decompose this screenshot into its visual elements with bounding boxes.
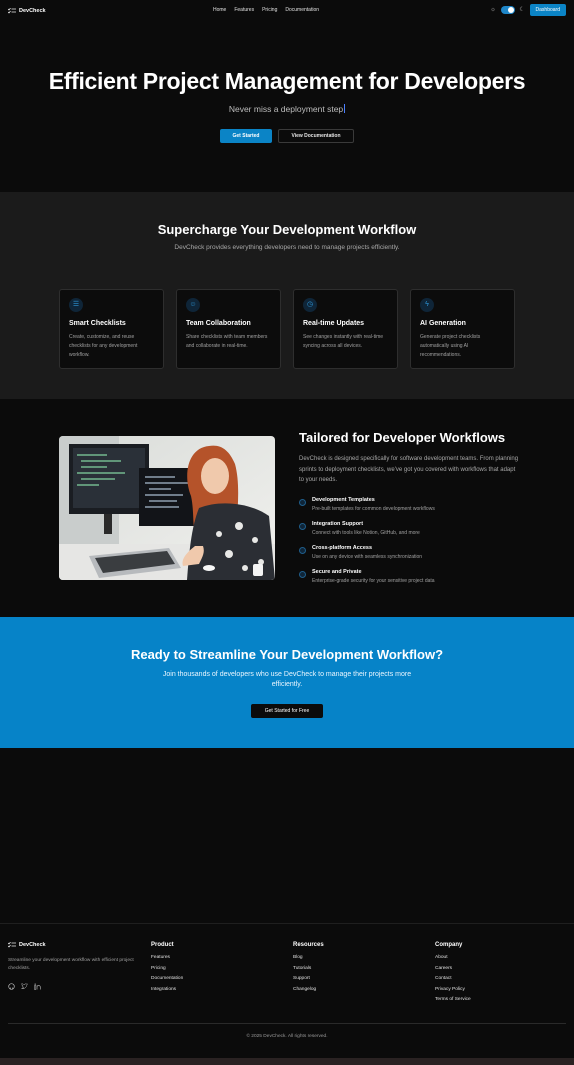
footer-link-about[interactable]: About: [435, 953, 471, 964]
view-documentation-button[interactable]: View Documentation: [278, 129, 354, 143]
footer-link-contact[interactable]: Contact: [435, 974, 471, 985]
get-started-button[interactable]: Get Started: [220, 129, 272, 143]
cta-subtitle: Join thousands of developers who use Dev…: [162, 671, 412, 688]
footer-column-title: Product: [151, 942, 174, 948]
brand-name: DevCheck: [19, 8, 46, 14]
feature-card-text: See changes instantly with real-time syn…: [303, 334, 384, 349]
footer-link-careers[interactable]: Careers: [435, 964, 471, 975]
footer-link-integrations[interactable]: Integrations: [151, 985, 183, 996]
github-icon[interactable]: [8, 977, 15, 990]
typing-cursor: [344, 104, 346, 113]
footer-column-company: Company About Careers Contact Privacy Po…: [435, 942, 471, 1006]
footer-column-resources: Resources Blog Tutorials Support Changel…: [293, 942, 324, 995]
footer-brand-name: DevCheck: [19, 942, 46, 948]
tailored-item-title: Secure and Private: [312, 569, 362, 575]
feature-card-team-collaboration: ☺ Team Collaboration Share checklists wi…: [176, 289, 281, 369]
checklist-logo-icon: [8, 8, 16, 14]
theme-toggle[interactable]: [500, 6, 515, 14]
footer-link-privacy-policy[interactable]: Privacy Policy: [435, 985, 471, 996]
feature-card-text: Generate project checklists automaticall…: [420, 334, 481, 358]
nav-link-features[interactable]: Features: [234, 7, 254, 13]
footer-link-features[interactable]: Features: [151, 953, 183, 964]
checklist-logo-icon: [8, 942, 16, 948]
tailored-item-desc: Use on any device with seamless synchron…: [312, 554, 423, 560]
brand-logo[interactable]: DevCheck: [8, 8, 46, 14]
feature-card-ai-generation: ϟ AI Generation Generate project checkli…: [410, 289, 515, 369]
tailored-item-desc: Pre-built templates for common developme…: [312, 506, 435, 512]
footer-brand[interactable]: DevCheck: [8, 942, 46, 948]
top-nav: DevCheck Home Features Pricing Documenta…: [0, 0, 574, 22]
feature-card-title: Smart Checklists: [69, 320, 126, 327]
tailored-item-title: Integration Support: [312, 521, 364, 527]
get-started-free-button[interactable]: Get Started for Free: [251, 704, 323, 718]
features-section: Supercharge Your Development Workflow De…: [0, 192, 574, 399]
tailored-text: DevCheck is designed specifically for so…: [299, 456, 519, 483]
features-title: Supercharge Your Development Workflow: [157, 222, 417, 237]
nav-actions: ☼ ☾ Dashboard: [490, 4, 566, 16]
nav-links: Home Features Pricing Documentation: [213, 7, 319, 13]
tailored-item-desc: Enterprise-grade security for your sensi…: [312, 578, 435, 584]
footer-column-title: Resources: [293, 942, 324, 948]
tailored-item-title: Development Templates: [312, 497, 375, 503]
feature-card-smart-checklists: ☰ Smart Checklists Create, customize, an…: [59, 289, 164, 369]
footer-link-blog[interactable]: Blog: [293, 953, 324, 964]
footer-link-changelog[interactable]: Changelog: [293, 985, 324, 996]
feature-card-text: Create, customize, and reuse checklists …: [69, 334, 138, 358]
bottom-bar: [0, 1058, 574, 1065]
hero-subtitle: Never miss a deployment step: [0, 104, 574, 114]
sun-icon: ☼: [490, 6, 496, 13]
moon-icon: ☾: [519, 6, 525, 13]
copyright-text: © 2025 DevCheck. All rights reserved.: [246, 1034, 328, 1039]
nav-link-pricing[interactable]: Pricing: [262, 7, 277, 13]
tailored-item-desc: Connect with tools like Notion, GitHub, …: [312, 530, 420, 536]
footer-social: [8, 977, 41, 990]
hero-subtitle-text: Never miss a deployment step: [228, 104, 344, 114]
footer-description: Streamline your development workflow wit…: [8, 958, 134, 971]
footer-link-pricing[interactable]: Pricing: [151, 964, 183, 975]
checklist-icon: ☰: [69, 298, 83, 312]
footer-divider: [0, 923, 574, 924]
nav-link-documentation[interactable]: Documentation: [285, 7, 319, 13]
footer-link-documentation[interactable]: Documentation: [151, 974, 183, 985]
cta-title: Ready to Streamline Your Development Wor…: [130, 647, 444, 662]
cta-section: Ready to Streamline Your Development Wor…: [0, 617, 574, 748]
feature-card-title: Real-time Updates: [303, 320, 365, 327]
bullet-icon: [299, 499, 306, 506]
nav-link-home[interactable]: Home: [213, 7, 226, 13]
footer-column-product: Product Features Pricing Documentation I…: [151, 942, 183, 995]
feature-card-real-time-updates: ◷ Real-time Updates See changes instantl…: [293, 289, 398, 369]
developer-photo: [59, 436, 275, 580]
clock-icon: ◷: [303, 298, 317, 312]
hero-title: Efficient Project Management for Develop…: [48, 68, 526, 94]
bullet-icon: [299, 571, 306, 578]
linkedin-icon[interactable]: [34, 977, 41, 990]
dashboard-button[interactable]: Dashboard: [529, 4, 566, 16]
footer-link-terms-of-service[interactable]: Terms of Service: [435, 995, 471, 1006]
users-icon: ☺: [186, 298, 200, 312]
bolt-icon: ϟ: [420, 298, 434, 312]
feature-card-title: AI Generation: [420, 320, 466, 327]
tailored-item-title: Cross-platform Access: [312, 545, 373, 551]
tailored-title: Tailored for Developer Workflows: [299, 430, 506, 445]
twitter-icon[interactable]: [21, 977, 29, 989]
feature-card-title: Team Collaboration: [186, 320, 251, 327]
footer-link-support[interactable]: Support: [293, 974, 324, 985]
bullet-icon: [299, 523, 306, 530]
footer-column-title: Company: [435, 942, 463, 948]
features-subtitle: DevCheck provides everything developers …: [174, 244, 400, 251]
bullet-icon: [299, 547, 306, 554]
feature-card-text: Share checklists with team members and c…: [186, 334, 268, 349]
footer-link-tutorials[interactable]: Tutorials: [293, 964, 324, 975]
footer-bottom-divider: [8, 1023, 566, 1024]
